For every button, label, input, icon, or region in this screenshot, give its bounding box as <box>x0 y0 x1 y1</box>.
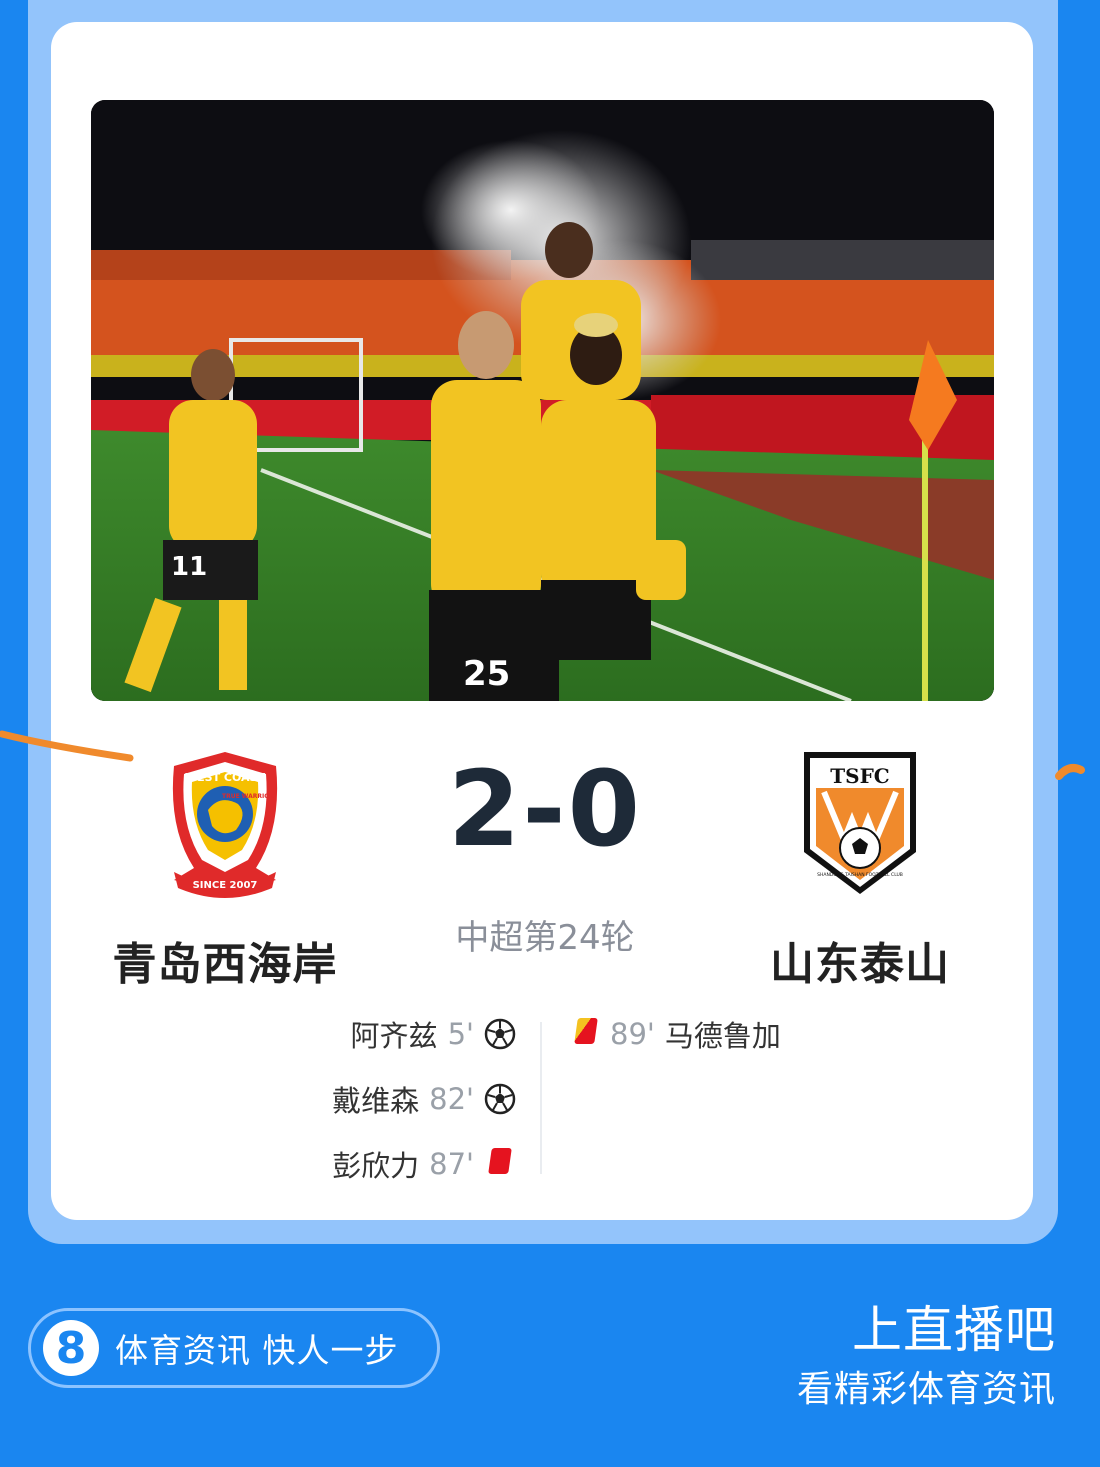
home-event-row: 阿齐兹 5' <box>351 1014 516 1054</box>
away-event-row: 89' 马德鲁加 <box>572 1014 781 1054</box>
red-card-icon <box>488 1148 512 1174</box>
event-minute: 5' <box>447 1017 474 1051</box>
match-round: 中超第24轮 <box>455 918 635 958</box>
svg-text:SINCE 2007: SINCE 2007 <box>193 880 258 891</box>
match-photo: 11 25 <box>91 100 994 701</box>
brand-subtitle: 看精彩体育资讯 <box>796 1369 1056 1410</box>
match-score: 2-0 <box>448 748 642 870</box>
event-minute: 82' <box>429 1082 474 1116</box>
away-team-crest: TSFC SHANDONG TAISHAN FOOTBALL CLUB <box>804 752 916 894</box>
home-team-name: 青岛西海岸 <box>112 939 338 990</box>
brush-stroke-left <box>0 730 134 762</box>
svg-text:TSFC: TSFC <box>830 764 889 788</box>
event-player: 阿齐兹 <box>350 1019 438 1053</box>
jersey-number: 11 <box>171 552 207 582</box>
football-icon <box>484 1018 516 1050</box>
football-icon <box>484 1083 516 1115</box>
away-team-name: 山东泰山 <box>770 939 950 990</box>
brand-title: 上直播吧 <box>852 1301 1056 1359</box>
brush-stroke-right <box>1055 764 1085 780</box>
event-player: 彭欣力 <box>332 1149 420 1183</box>
svg-text:SHANDONG TAISHAN FOOTBALL CLUB: SHANDONG TAISHAN FOOTBALL CLUB <box>817 872 903 878</box>
event-player: 马德鲁加 <box>664 1019 781 1053</box>
brand-logo-icon: 8 <box>43 1320 99 1376</box>
jersey-number: 25 <box>463 654 510 694</box>
home-event-row: 戴维森 82' <box>332 1079 516 1119</box>
slogan-text: 体育资讯 快人一步 <box>115 1331 399 1370</box>
svg-text:TRUE WARRIOR: TRUE WARRIOR <box>222 793 274 800</box>
slogan-pill[interactable]: 8 体育资讯 快人一步 <box>28 1308 440 1388</box>
home-event-row: 彭欣力 87' <box>332 1144 516 1184</box>
second-yellow-card-icon <box>574 1018 598 1044</box>
svg-text:WEST COAST: WEST COAST <box>185 771 265 784</box>
event-minute: 87' <box>429 1147 474 1181</box>
event-minute: 89' <box>610 1017 655 1051</box>
home-team-crest: WEST COAST TRUE WARRIOR SINCE 2007 <box>172 752 278 898</box>
events-divider <box>540 1022 542 1174</box>
event-player: 戴维森 <box>332 1084 420 1118</box>
celebration-photo: 11 25 <box>91 100 994 701</box>
